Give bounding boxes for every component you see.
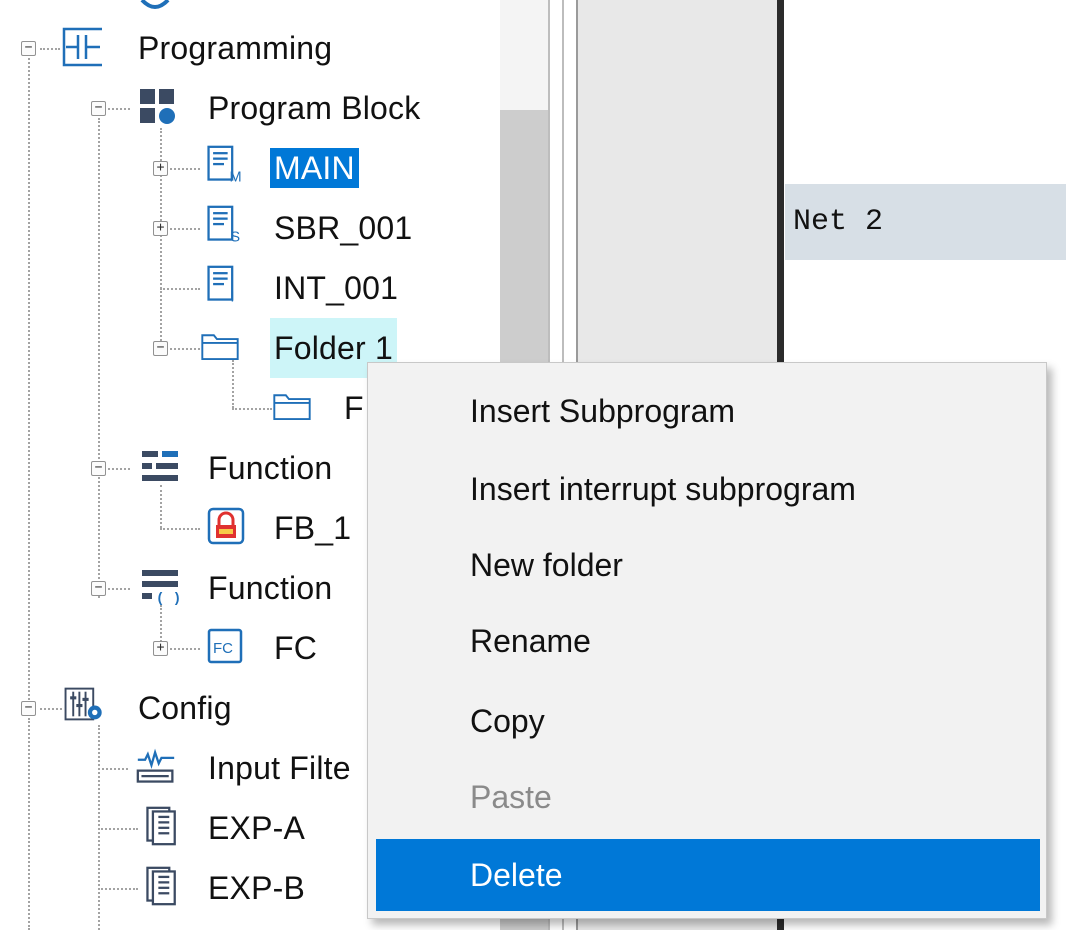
partial-icon: [140, 0, 170, 9]
tree-item-main[interactable]: MAIN: [270, 148, 359, 188]
network-header[interactable]: Net 2: [785, 184, 1066, 260]
expander-programming[interactable]: −: [21, 41, 36, 56]
menu-item-new-folder[interactable]: New folder: [376, 529, 1040, 601]
svg-text:( ): ( ): [156, 591, 180, 606]
tree-line: [170, 348, 200, 350]
int-icon-letter: I: [230, 289, 234, 305]
tree-item-fb-1[interactable]: FB_1: [270, 508, 355, 548]
tree-item-function-block[interactable]: Function: [204, 448, 336, 488]
menu-item-delete[interactable]: Delete: [376, 839, 1040, 911]
tree-item-config[interactable]: Config: [134, 688, 236, 728]
tree-line: [108, 108, 130, 110]
fc-icon: FC: [207, 628, 243, 664]
tree-item-sbr-001[interactable]: SBR_001: [270, 208, 416, 248]
config-icon: [64, 687, 102, 721]
expander-sbr[interactable]: +: [153, 221, 168, 236]
menu-item-rename[interactable]: Rename: [376, 605, 1040, 677]
folder-icon: [201, 334, 239, 361]
menu-item-insert-subprogram[interactable]: Insert Subprogram: [376, 375, 1040, 447]
tree-item-program-block[interactable]: Program Block: [204, 88, 424, 128]
tree-line: [28, 718, 30, 930]
tree-item-input-filter[interactable]: Input Filte: [204, 748, 355, 788]
tree-line: [170, 228, 200, 230]
tree-line: [160, 605, 162, 645]
tree-line: [98, 118, 100, 598]
lock-icon: [207, 507, 245, 545]
tree-item-subfolder[interactable]: F: [340, 388, 368, 428]
tree-item-exp-b[interactable]: EXP-B: [204, 868, 309, 908]
tree-line: [40, 48, 60, 50]
subfolder-icon: [273, 394, 311, 421]
expander-main[interactable]: +: [153, 161, 168, 176]
tree-line: [98, 768, 128, 770]
menu-item-insert-interrupt-subprogram[interactable]: Insert interrupt subprogram: [376, 453, 1040, 525]
menu-item-paste[interactable]: Paste: [376, 761, 1040, 833]
menu-item-copy[interactable]: Copy: [376, 685, 1040, 757]
tree-line: [160, 485, 162, 528]
expansion-module-icon: [146, 866, 176, 906]
expansion-module-icon: [146, 806, 176, 846]
tree-line: [232, 408, 272, 410]
context-menu: Insert Subprogram Insert interrupt subpr…: [367, 362, 1047, 919]
tree-item-programming[interactable]: Programming: [134, 28, 336, 68]
expander-fc[interactable]: +: [153, 641, 168, 656]
tree-line: [170, 168, 200, 170]
expander-function-block[interactable]: −: [91, 461, 106, 476]
ladder-icon: [62, 27, 102, 67]
tree-item-int-001[interactable]: INT_001: [270, 268, 402, 308]
fc-icon-text: FC: [213, 640, 233, 657]
interrupt-icon: I: [207, 265, 234, 305]
tree-line: [160, 528, 200, 530]
input-filter-icon: [136, 748, 175, 783]
main-icon-letter: M: [229, 169, 241, 185]
tree-line: [40, 708, 62, 710]
expander-folder-1[interactable]: −: [153, 341, 168, 356]
tree-item-exp-a[interactable]: EXP-A: [204, 808, 309, 848]
tree-line: [28, 58, 30, 708]
function-icon: ( ): [142, 570, 180, 606]
tree-line: [160, 288, 200, 290]
program-block-icon: [140, 89, 175, 124]
main-program-icon: M: [207, 145, 242, 185]
tree-line: [98, 888, 138, 890]
subroutine-icon: S: [207, 205, 240, 245]
function-block-icon: [142, 451, 178, 481]
expander-config[interactable]: −: [21, 701, 36, 716]
tree-item-fc[interactable]: FC: [270, 628, 321, 668]
sbr-icon-letter: S: [230, 229, 240, 245]
tree-line: [108, 468, 130, 470]
expander-program-block[interactable]: −: [91, 101, 106, 116]
tree-line: [232, 360, 234, 408]
tree-line: [108, 588, 130, 590]
tree-line: [170, 648, 200, 650]
expander-function[interactable]: −: [91, 581, 106, 596]
tree-item-function[interactable]: Function: [204, 568, 336, 608]
tree-line: [98, 828, 138, 830]
